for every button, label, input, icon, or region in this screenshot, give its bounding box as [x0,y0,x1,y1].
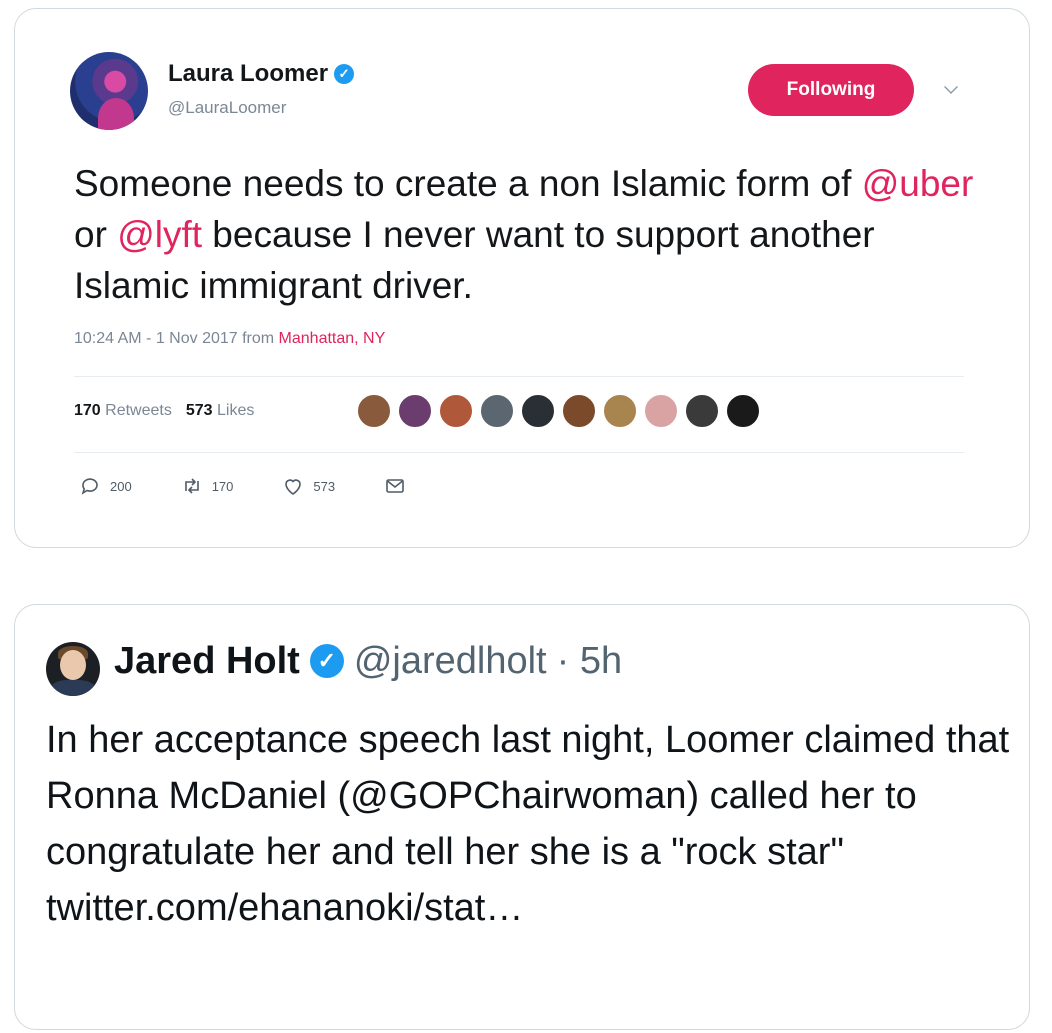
tweet-meta: 10:24 AM - 1 Nov 2017 from Manhattan, NY [74,330,385,348]
quote-author-handle[interactable]: @jaredlholt [354,636,547,686]
verified-badge-icon: ✓ [334,64,355,84]
liker-avatars [356,393,761,429]
engagement-stats: 170 Retweets 573 Likes [74,402,254,420]
divider [74,452,964,453]
liker-avatar[interactable] [356,393,392,429]
liker-avatar[interactable] [684,393,720,429]
likes-label: Likes [217,402,255,419]
reply-icon [81,478,98,495]
retweet-action[interactable]: 170 [180,474,234,498]
liker-avatar[interactable] [643,393,679,429]
author-name-row: Laura Loomer ✓ [168,60,355,88]
likes-count: 573 [185,402,213,419]
timestamp[interactable]: 10:24 AM - 1 Nov 2017 from [74,330,279,347]
author-name[interactable]: Laura Loomer [168,60,328,88]
liker-avatar[interactable] [561,393,597,429]
mention-uber-link[interactable]: @uber [862,163,974,204]
mention-lyft-link[interactable]: @lyft [117,214,202,255]
liker-avatar[interactable] [438,393,474,429]
laura-loomer-avatar[interactable] [70,52,148,130]
mail-icon [386,479,404,493]
heart-icon [285,479,302,495]
quote-tweet-text: In her acceptance speech last night, Loo… [46,719,1010,929]
liker-avatar[interactable] [602,393,638,429]
reply-action[interactable]: 200 [78,474,132,498]
like-action[interactable]: 573 [281,474,335,498]
like-count: 573 [313,478,336,494]
quote-author-name[interactable]: Jared Holt [114,636,300,686]
direct-message-action[interactable] [383,474,407,498]
reply-count: 200 [110,478,132,494]
tweet-text: Someone needs to create a non Islamic fo… [74,158,974,311]
retweet-count: 170 [211,478,234,494]
location-link[interactable]: Manhattan, NY [279,330,386,347]
tweet-text-part: Someone needs to create a non Islamic fo… [74,163,862,204]
liker-avatar[interactable] [725,393,761,429]
verified-badge-icon: ✓ [309,644,344,678]
quote-tweet-header: Jared Holt ✓ @jaredlholt · 5h [114,636,622,686]
like-stat[interactable]: 573 Likes [186,402,255,420]
retweets-count: 170 [74,402,101,419]
liker-avatar[interactable] [479,393,515,429]
tweet-actions: 200 170 573 [78,474,407,498]
retweet-icon [184,478,199,494]
author-handle[interactable]: @LauraLoomer [168,98,286,118]
tweet-text-part: or [74,214,118,255]
jared-holt-avatar[interactable] [46,642,100,696]
following-button[interactable]: Following [748,64,914,116]
liker-avatar[interactable] [397,393,433,429]
retweets-label: Retweets [105,402,172,419]
liker-avatar[interactable] [520,393,556,429]
divider [74,376,964,377]
quote-time[interactable]: · 5h [557,636,622,686]
retweet-stat[interactable]: 170 Retweets [74,402,172,420]
